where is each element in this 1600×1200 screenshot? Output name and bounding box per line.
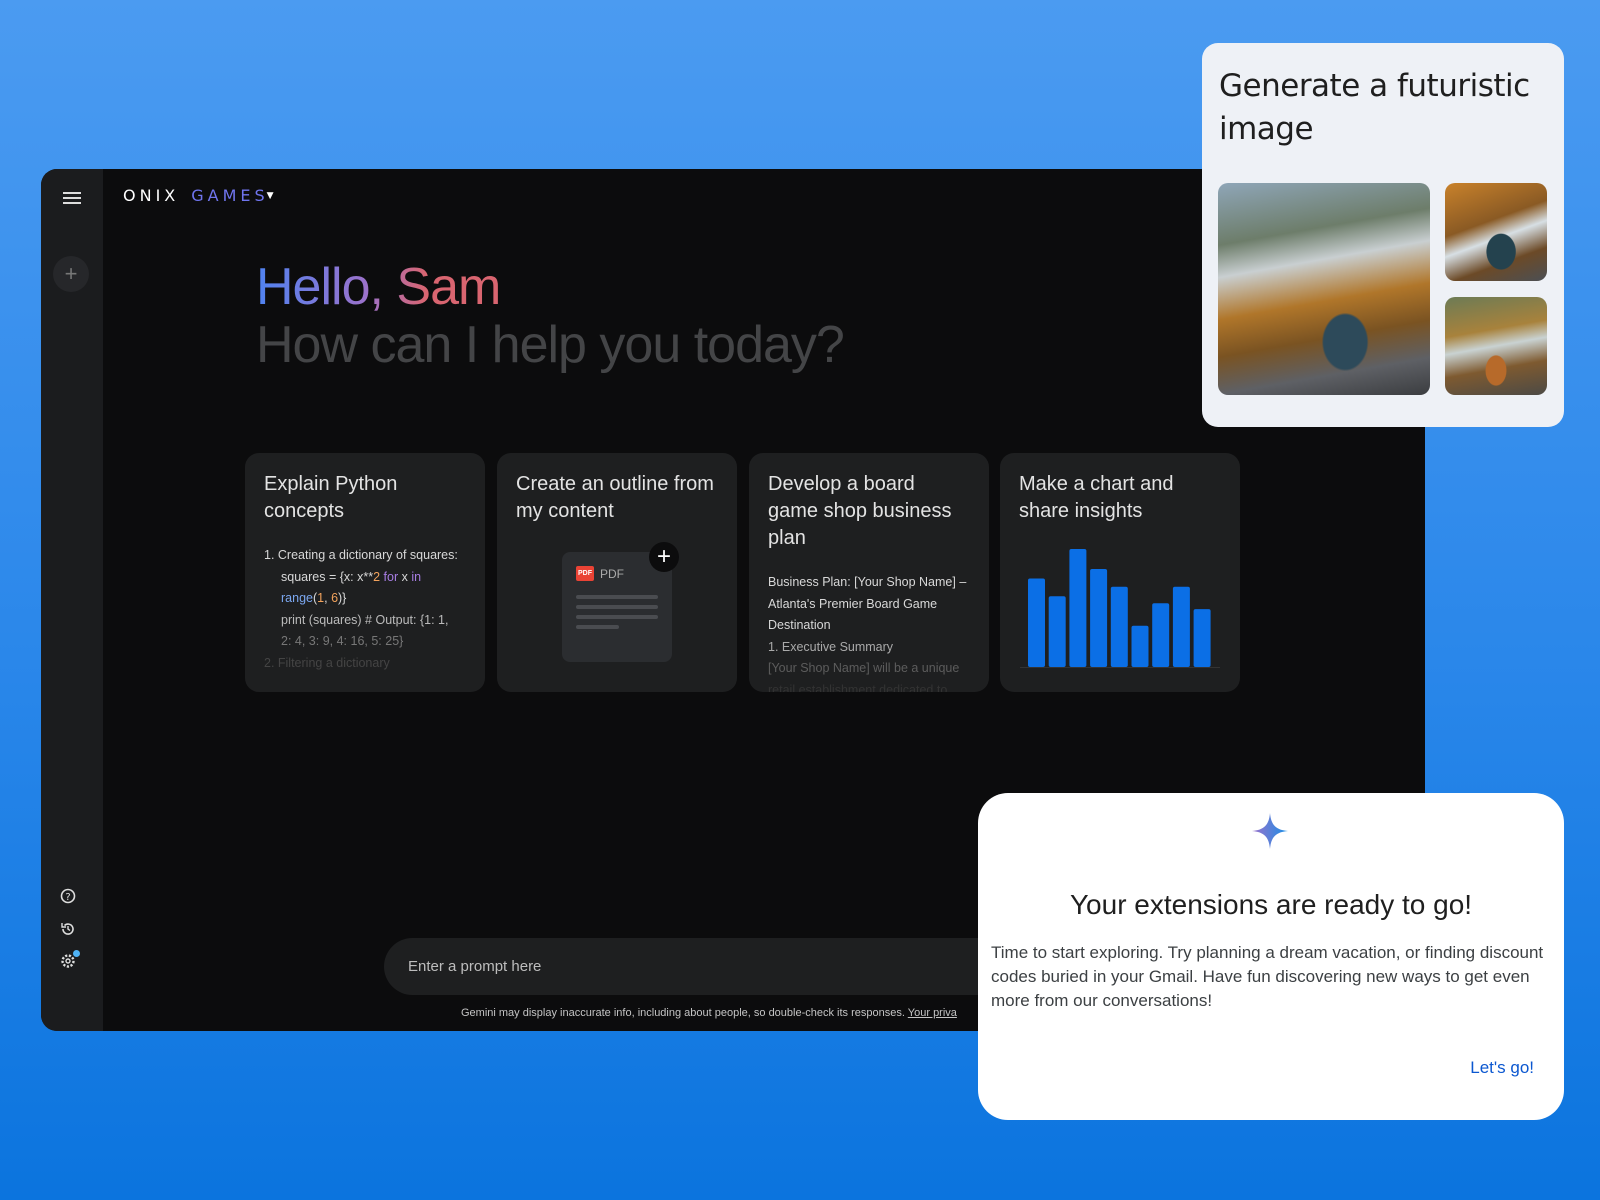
card-title: Create an outline from my content	[516, 473, 714, 522]
history-icon[interactable]	[57, 918, 79, 940]
app-logo[interactable]: ONIX GAMES ▼	[123, 186, 274, 205]
preview-line: range(1, 6)}	[281, 591, 347, 605]
privacy-link[interactable]: Your priva	[908, 1007, 957, 1019]
pdf-icon: PDF	[576, 566, 594, 581]
sidebar: + ?	[41, 169, 103, 1031]
preview-line: squares = {x: x**2 for x in	[281, 569, 422, 584]
preview-line: Atlanta's Premier Board Game	[768, 596, 938, 611]
card-preview: Business Plan: [Your Shop Name] – Atlant…	[768, 572, 970, 692]
plus-icon: +	[649, 542, 679, 572]
sparkle-icon	[1252, 813, 1288, 849]
greeting-title: Hello, Sam	[256, 258, 501, 316]
card-preview: 1. Creating a dictionary of squares: squ…	[264, 545, 466, 674]
card-title: Develop a board game shop business plan	[768, 473, 952, 549]
new-chat-icon[interactable]: +	[53, 256, 89, 292]
svg-text:?: ?	[65, 892, 70, 903]
greeting-subtitle: How can I help you today?	[256, 316, 845, 374]
chart-bar	[1110, 586, 1128, 667]
chart-bar	[1028, 578, 1045, 667]
preview-line: 2. Filtering a dictionary	[264, 655, 390, 670]
dialog-body: Time to start exploring. Try planning a …	[991, 943, 1544, 1010]
generated-image-canyon-car	[1445, 297, 1547, 395]
chevron-down-icon: ▼	[266, 190, 274, 201]
prompt-placeholder: Enter a prompt here	[408, 958, 542, 975]
disclaimer: Gemini may display inaccurate info, incl…	[461, 1007, 957, 1019]
preview-line: print (squares) # Output: {1: 1,	[281, 612, 449, 627]
image-card-title: Generate a futuristic image	[1219, 68, 1530, 147]
chart-bar	[1069, 549, 1087, 667]
suggestion-card-outline[interactable]: Create an outline from my content PDF PD…	[497, 453, 737, 692]
preview-line: Business Plan: [Your Shop Name] –	[768, 575, 967, 589]
suggestion-card-chart[interactable]: Make a chart and share insights	[1000, 453, 1240, 692]
chart-bar	[1131, 625, 1149, 667]
menu-icon[interactable]	[57, 183, 87, 213]
suggestion-card-python[interactable]: Explain Python concepts 1. Creating a di…	[245, 453, 485, 692]
extensions-ready-dialog: Your extensions are ready to go! Time to…	[978, 793, 1564, 1120]
generated-image-forest-car	[1445, 183, 1547, 281]
pdf-label: PDF	[600, 566, 624, 581]
chart-bar	[1090, 569, 1108, 667]
chart-bar	[1152, 603, 1170, 667]
preview-line: Destination	[768, 618, 831, 632]
preview-line: 1. Executive Summary	[768, 639, 894, 654]
card-title: Make a chart and share insights	[1019, 473, 1174, 522]
disclaimer-text: Gemini may display inaccurate info, incl…	[461, 1007, 905, 1019]
preview-line: 1. Creating a dictionary of squares:	[264, 548, 458, 562]
logo-secondary: GAMES	[191, 186, 269, 205]
lets-go-button[interactable]: Let's go!	[1470, 1058, 1534, 1078]
preview-line: 2: 4, 3: 9, 4: 16, 5: 25}	[281, 634, 404, 648]
preview-line: [Your Shop Name] will be a unique	[768, 661, 960, 675]
suggestion-card-business-plan[interactable]: Develop a board game shop business plan …	[749, 453, 989, 692]
chart-bar	[1172, 586, 1190, 667]
card-title: Explain Python concepts	[264, 473, 398, 522]
image-generation-card[interactable]: Generate a futuristic image	[1202, 43, 1564, 427]
logo-primary: ONIX	[123, 186, 180, 205]
help-icon[interactable]: ?	[57, 885, 79, 907]
chart-bar	[1193, 609, 1211, 667]
preview-line: retail establishment dedicated to	[768, 682, 948, 693]
notification-dot	[73, 950, 80, 957]
bar-chart-preview	[1020, 549, 1220, 668]
chart-bar	[1048, 596, 1066, 667]
generated-image-waterfall-car	[1218, 183, 1430, 395]
dialog-title: Your extensions are ready to go!	[1069, 889, 1473, 920]
